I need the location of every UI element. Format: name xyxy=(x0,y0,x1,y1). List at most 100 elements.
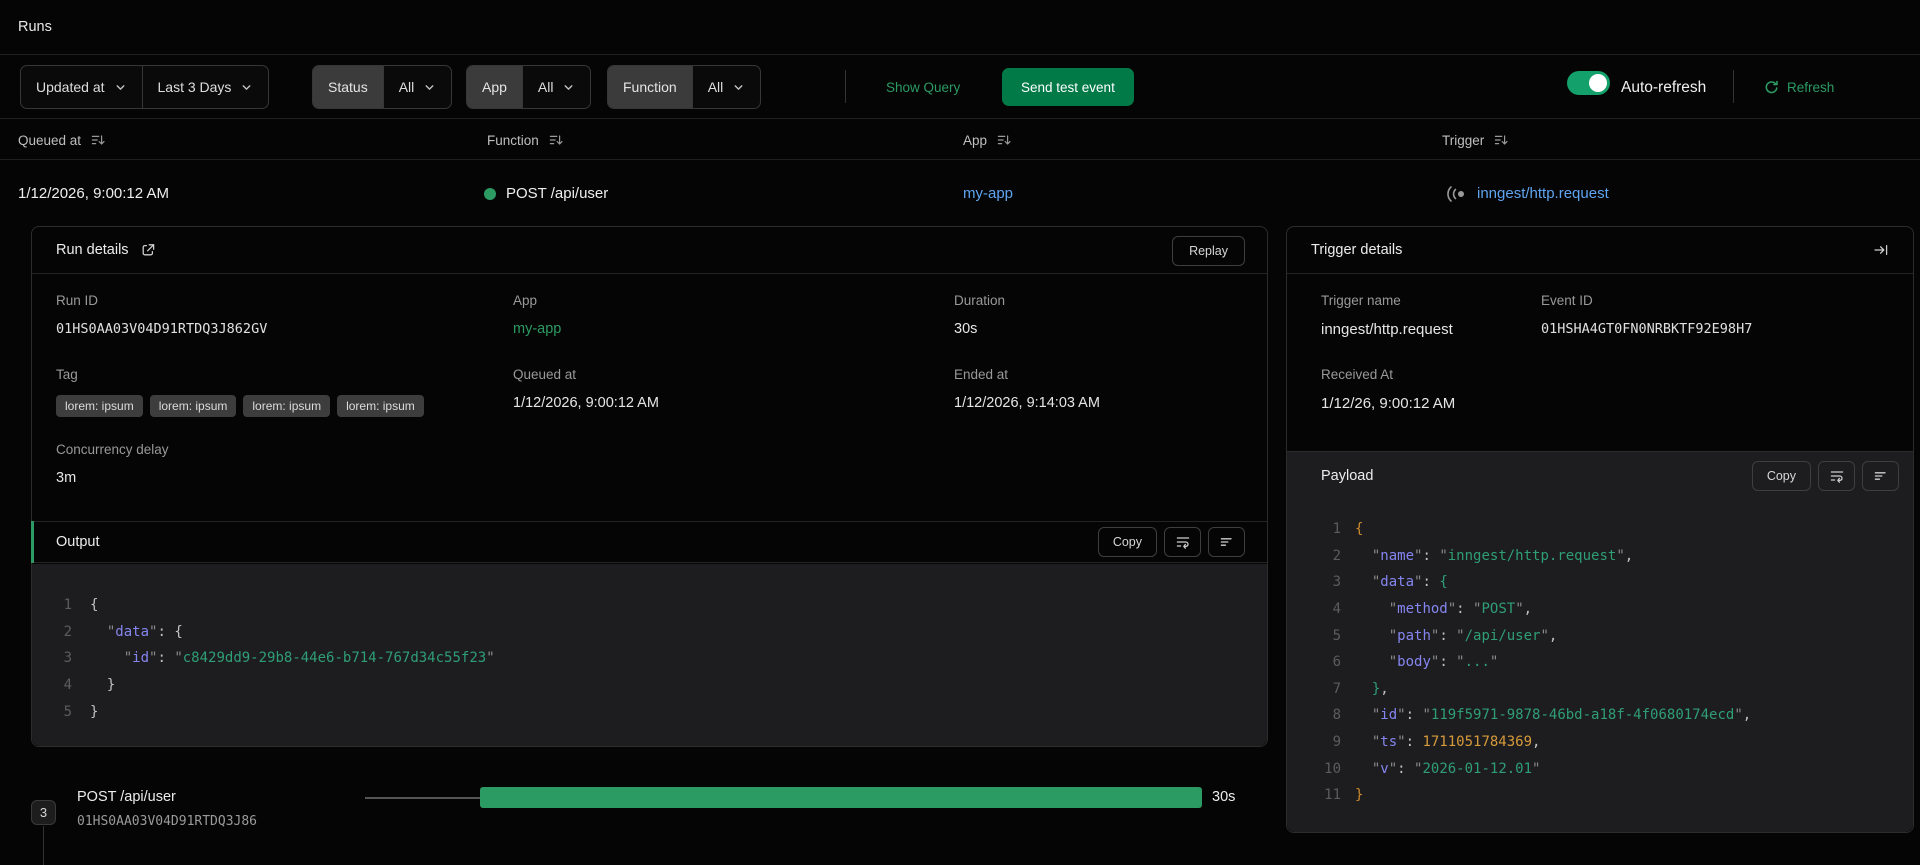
event-pulse-icon xyxy=(1447,185,1464,202)
code-line: 8 "id": "119f5971-9878-46bd-a18f-4f06801… xyxy=(1332,707,1752,724)
code-line: 4 "method": "POST", xyxy=(1332,601,1533,618)
sort-time-filter-group: Updated at Last 3 Days xyxy=(20,65,270,109)
column-header-app[interactable]: App xyxy=(963,120,1012,160)
code-line: 3 "data": { xyxy=(1332,574,1448,591)
run-app-link[interactable]: my-app xyxy=(963,161,1013,226)
code-line: 7 }, xyxy=(1332,680,1389,697)
ended-at-value: 1/12/2026, 9:14:03 AM xyxy=(954,395,1100,411)
code-line: 5} xyxy=(63,703,99,720)
send-test-event-button[interactable]: Send test event xyxy=(1002,68,1134,106)
status-filter-group: Status All xyxy=(312,65,453,109)
timeline-duration: 30s xyxy=(1212,789,1236,805)
code-line: 2 "data": { xyxy=(63,623,183,640)
timeline-step-name: POST /api/user xyxy=(77,789,176,805)
chevron-down-icon xyxy=(565,84,573,90)
wrap-text-button[interactable] xyxy=(1164,527,1201,557)
sort-icon xyxy=(549,135,563,145)
run-row[interactable]: 1/12/2026, 9:00:12 AM POST /api/user my-… xyxy=(0,161,1920,226)
output-section-header: Output Copy xyxy=(31,521,1267,563)
timeline-step-run-id: 01HS0AA03V04D91RTDQ3J86 xyxy=(77,814,258,829)
concurrency-delay-value: 3m xyxy=(56,470,77,486)
timeline-connector-line xyxy=(365,797,480,799)
auto-refresh-toggle[interactable] xyxy=(1567,71,1610,95)
time-range-dropdown[interactable]: Last 3 Days xyxy=(141,66,269,108)
auto-refresh-label: Auto-refresh xyxy=(1621,79,1707,96)
chevron-down-icon xyxy=(734,84,743,90)
code-line: 6 "body": "..." xyxy=(1332,654,1499,671)
page-title: Runs xyxy=(18,19,52,35)
trigger-details-panel: Trigger details Trigger name inngest/htt… xyxy=(1286,226,1914,833)
timeline-bar[interactable] xyxy=(480,787,1202,808)
received-at-value: 1/12/26, 9:00:12 AM xyxy=(1321,395,1456,412)
field-queued-at: Queued at 1/12/2026, 9:00:12 AM xyxy=(513,367,659,411)
sort-field-label: Updated at xyxy=(36,79,105,95)
toggle-knob xyxy=(1589,74,1607,92)
column-header-trigger[interactable]: Trigger xyxy=(1442,120,1509,160)
field-run-id: Run ID 01HS0AA03V04D91RTDQ3J862GV xyxy=(56,293,268,337)
code-line: 2 "name": "inngest/http.request", xyxy=(1332,547,1634,564)
output-title: Output xyxy=(56,534,100,550)
field-received-at: Received At 1/12/26, 9:00:12 AM xyxy=(1321,367,1456,412)
copy-output-button[interactable]: Copy xyxy=(1097,527,1157,557)
run-details-header: Run details Replay xyxy=(32,227,1267,274)
code-line: 5 "path": "/api/user", xyxy=(1332,627,1558,644)
output-actions: Copy xyxy=(1097,527,1245,557)
tag-chip: lorem: ipsum xyxy=(149,395,237,417)
field-duration: Duration 30s xyxy=(954,293,1006,337)
show-query-link[interactable]: Show Query xyxy=(886,56,960,119)
event-id-value: 01HSHA4GT0FN0NRBKTF92E98H7 xyxy=(1541,321,1753,337)
run-id-value: 01HS0AA03V04D91RTDQ3J862GV xyxy=(56,321,268,337)
tag-chip: lorem: ipsum xyxy=(56,395,143,417)
app-filter-dropdown[interactable]: All xyxy=(521,66,591,108)
align-left-icon xyxy=(1874,472,1886,480)
refresh-icon xyxy=(1765,80,1778,94)
refresh-label: Refresh xyxy=(1787,80,1835,95)
tag-chip-list: lorem: ipsum lorem: ipsum lorem: ipsum lore… xyxy=(56,395,424,417)
function-filter-value: All xyxy=(707,79,724,95)
app-filter-value: All xyxy=(537,79,554,95)
payload-section: Payload Copy 1{2 "name": "inngest/http.r… xyxy=(1287,451,1913,832)
code-line: 9 "ts": 1711051784369, xyxy=(1332,734,1541,751)
payload-header: Payload Copy xyxy=(1287,452,1913,500)
function-filter-dropdown[interactable]: All xyxy=(691,66,761,108)
function-filter-group: Function All xyxy=(607,65,762,109)
chevron-down-icon xyxy=(425,84,434,90)
run-queued-at-cell: 1/12/2026, 9:00:12 AM xyxy=(18,185,169,202)
status-filter-value: All xyxy=(398,79,415,95)
wrap-text-button[interactable] xyxy=(1818,461,1855,491)
step-count-badge[interactable]: 3 xyxy=(31,800,56,825)
divider xyxy=(1733,70,1734,103)
code-line: 4 } xyxy=(63,677,116,694)
sort-field-dropdown[interactable]: Updated at xyxy=(21,66,141,108)
field-ended-at: Ended at 1/12/2026, 9:14:03 AM xyxy=(954,367,1100,411)
external-link-icon[interactable] xyxy=(140,242,156,258)
replay-button[interactable]: Replay xyxy=(1172,236,1245,266)
runs-page: Runs Updated at Last 3 Days Status All A… xyxy=(0,0,1920,865)
status-filter-label: Status xyxy=(313,66,383,108)
app-link[interactable]: my-app xyxy=(513,321,561,337)
run-function-cell: POST /api/user xyxy=(484,161,608,226)
copy-payload-button[interactable]: Copy xyxy=(1751,461,1811,491)
chevron-down-icon xyxy=(242,84,251,90)
sort-icon xyxy=(91,135,105,145)
function-filter-label: Function xyxy=(608,66,692,108)
trigger-details-title: Trigger details xyxy=(1311,242,1403,258)
column-header-function[interactable]: Function xyxy=(487,120,564,160)
refresh-button[interactable]: Refresh xyxy=(1764,56,1834,119)
field-event-id: Event ID 01HSHA4GT0FN0NRBKTF92E98H7 xyxy=(1541,293,1753,337)
run-trigger-link[interactable]: inngest/http.request xyxy=(1477,185,1609,202)
align-left-button[interactable] xyxy=(1208,527,1245,557)
duration-value: 30s xyxy=(954,321,978,337)
top-bar: Runs xyxy=(0,0,1920,55)
field-trigger-name: Trigger name inngest/http.request xyxy=(1321,293,1453,338)
time-range-label: Last 3 Days xyxy=(157,79,232,95)
align-left-button[interactable] xyxy=(1862,461,1899,491)
field-tag: Tag lorem: ipsum lorem: ipsum lorem: ipsum… xyxy=(56,367,424,417)
column-header-queued-at[interactable]: Queued at xyxy=(18,120,106,160)
output-code: 1{2 "data": {3 "id": "c8429dd9-29b8-44e6… xyxy=(32,564,1267,746)
collapse-panel-icon[interactable] xyxy=(1873,242,1889,258)
trigger-name-value: inngest/http.request xyxy=(1321,321,1453,338)
status-filter-dropdown[interactable]: All xyxy=(382,66,452,108)
wrap-text-icon xyxy=(1830,471,1843,483)
tag-chip: lorem: ipsum xyxy=(243,395,331,417)
